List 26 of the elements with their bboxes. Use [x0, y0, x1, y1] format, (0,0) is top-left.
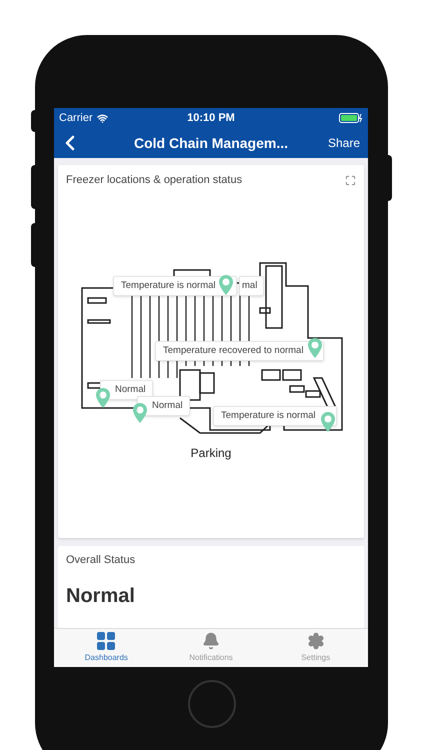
share-button[interactable]: Share: [324, 134, 364, 152]
side-button[interactable]: [31, 110, 35, 132]
marker-callout[interactable]: Temperature is normal: [113, 276, 237, 296]
marker-callout[interactable]: Normal: [137, 396, 190, 416]
wifi-icon: [96, 112, 108, 124]
side-button[interactable]: [31, 165, 35, 209]
expand-icon[interactable]: [345, 174, 356, 186]
tab-item[interactable]: Dashboards: [54, 629, 159, 667]
carrier-label: Carrier: [59, 110, 93, 126]
clock-time: 10:10 PM: [187, 110, 235, 126]
battery-icon: [338, 113, 363, 123]
parking-label: Parking: [190, 445, 232, 462]
card-title: Freezer locations & operation status: [66, 172, 242, 188]
card-title: Overall Status: [66, 553, 136, 568]
side-button[interactable]: [388, 155, 392, 201]
settings-icon: [306, 632, 325, 650]
location-pin-icon[interactable]: [96, 388, 110, 408]
grid-icon: [97, 632, 116, 650]
status-value: Normal: [66, 584, 136, 608]
marker-callout[interactable]: mal: [239, 276, 264, 296]
marker-callout[interactable]: Temperature recovered to normal: [155, 341, 324, 362]
marker-callout[interactable]: Temperature is normal: [213, 406, 337, 426]
location-pin-icon[interactable]: [320, 412, 335, 432]
side-button[interactable]: [31, 223, 35, 267]
bell-icon: [202, 632, 220, 650]
nav-title: Cold Chain Managem...: [132, 134, 289, 153]
